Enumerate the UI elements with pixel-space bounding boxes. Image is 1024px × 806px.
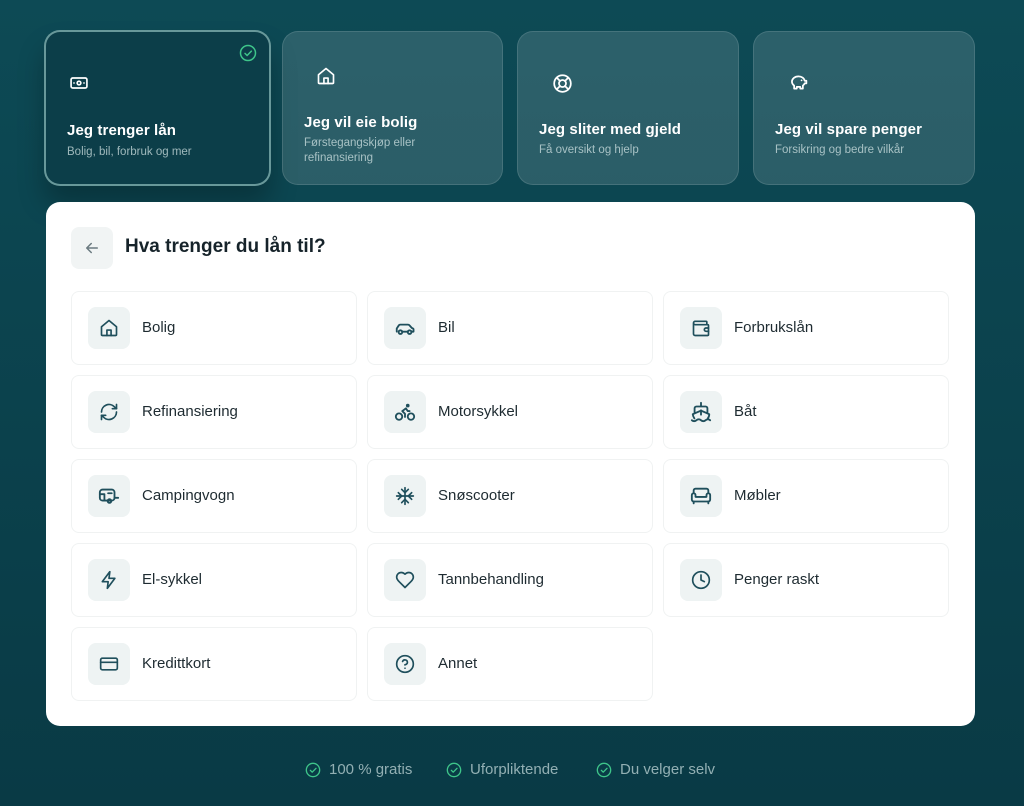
page-title: Hva trenger du lån til? bbox=[125, 236, 326, 257]
option-snoscooter[interactable]: Snøscooter bbox=[367, 459, 653, 533]
card-title: Jeg sliter med gjeld bbox=[539, 121, 682, 138]
option-refinansiering[interactable]: Refinansiering bbox=[71, 375, 357, 449]
card-own-home[interactable]: Jeg vil eie bolig Førstegangskjøp eller … bbox=[282, 31, 503, 185]
help-circle-icon bbox=[384, 643, 426, 685]
check-circle-icon bbox=[446, 762, 462, 778]
option-forbrukslan[interactable]: Forbrukslån bbox=[663, 291, 949, 365]
option-label: Motorsykkel bbox=[438, 403, 519, 420]
clock-icon bbox=[680, 559, 722, 601]
footer-label: Du velger selv bbox=[620, 761, 716, 778]
zap-icon bbox=[88, 559, 130, 601]
option-label: Kredittkort bbox=[142, 655, 211, 672]
footer-badge-free: 100 % gratis bbox=[305, 761, 412, 778]
back-button[interactable] bbox=[71, 227, 113, 269]
option-label: Penger raskt bbox=[734, 571, 820, 588]
option-label: Campingvogn bbox=[142, 487, 235, 504]
option-label: Møbler bbox=[734, 487, 781, 504]
heart-icon bbox=[384, 559, 426, 601]
option-campingvogn[interactable]: Campingvogn bbox=[71, 459, 357, 533]
card-subtitle: Få oversikt og hjelp bbox=[539, 144, 639, 156]
option-label: Forbrukslån bbox=[734, 319, 814, 336]
arrow-left-icon bbox=[83, 239, 101, 257]
option-mobler[interactable]: Møbler bbox=[663, 459, 949, 533]
home-icon bbox=[88, 307, 130, 349]
option-kredittkort[interactable]: Kredittkort bbox=[71, 627, 357, 701]
credit-card-icon bbox=[88, 643, 130, 685]
card-subtitle: Forsikring og bedre vilkår bbox=[775, 144, 905, 156]
option-label: Bil bbox=[438, 319, 455, 336]
bike-icon bbox=[384, 391, 426, 433]
footer-badge-choose: Du velger selv bbox=[596, 761, 715, 778]
option-label: Annet bbox=[438, 655, 478, 672]
option-bolig[interactable]: Bolig bbox=[71, 291, 357, 365]
card-debt[interactable]: Jeg sliter med gjeld Få oversikt og hjel… bbox=[517, 31, 739, 185]
card-title: Jeg vil spare penger bbox=[775, 121, 923, 138]
card-title: Jeg vil eie bolig bbox=[304, 114, 418, 131]
option-label: Båt bbox=[734, 403, 757, 420]
refresh-icon bbox=[88, 391, 130, 433]
loan-purpose-panel: Hva trenger du lån til? Bolig Bil Forbru… bbox=[46, 202, 975, 726]
check-circle-icon bbox=[239, 44, 257, 62]
footer-label: Uforpliktende bbox=[470, 761, 559, 778]
option-penger-raskt[interactable]: Penger raskt bbox=[663, 543, 949, 617]
home-icon bbox=[311, 61, 341, 91]
option-bil[interactable]: Bil bbox=[367, 291, 653, 365]
card-save-money[interactable]: Jeg vil spare penger Forsikring og bedre… bbox=[753, 31, 975, 185]
car-icon bbox=[384, 307, 426, 349]
card-subtitle: Bolig, bil, forbruk og mer bbox=[67, 146, 192, 158]
wallet-icon bbox=[680, 307, 722, 349]
card-loan[interactable]: Jeg trenger lån Bolig, bil, forbruk og m… bbox=[44, 30, 271, 186]
option-label: Snøscooter bbox=[438, 487, 515, 504]
footer-badge-noncommittal: Uforpliktende bbox=[446, 761, 558, 778]
option-label: Tannbehandling bbox=[438, 571, 544, 588]
option-annet[interactable]: Annet bbox=[367, 627, 653, 701]
option-label: El-sykkel bbox=[142, 571, 203, 588]
check-circle-icon bbox=[596, 762, 612, 778]
footer-label: 100 % gratis bbox=[329, 761, 413, 778]
option-label: Bolig bbox=[142, 319, 176, 336]
snowflake-icon bbox=[384, 475, 426, 517]
card-title: Jeg trenger lån bbox=[67, 122, 177, 139]
sofa-icon bbox=[680, 475, 722, 517]
check-circle-icon bbox=[305, 762, 321, 778]
option-label: Refinansiering bbox=[142, 403, 238, 420]
card-subtitle: Førstegangskjøp eller refinansiering bbox=[304, 137, 416, 164]
piggy-bank-icon bbox=[783, 67, 813, 97]
option-motorsykkel[interactable]: Motorsykkel bbox=[367, 375, 653, 449]
option-tannbehandling[interactable]: Tannbehandling bbox=[367, 543, 653, 617]
ship-icon bbox=[680, 391, 722, 433]
banknote-icon bbox=[64, 68, 94, 98]
option-bat[interactable]: Båt bbox=[663, 375, 949, 449]
lifebuoy-icon bbox=[547, 68, 577, 98]
caravan-icon bbox=[88, 475, 130, 517]
option-el-sykkel[interactable]: El-sykkel bbox=[71, 543, 357, 617]
